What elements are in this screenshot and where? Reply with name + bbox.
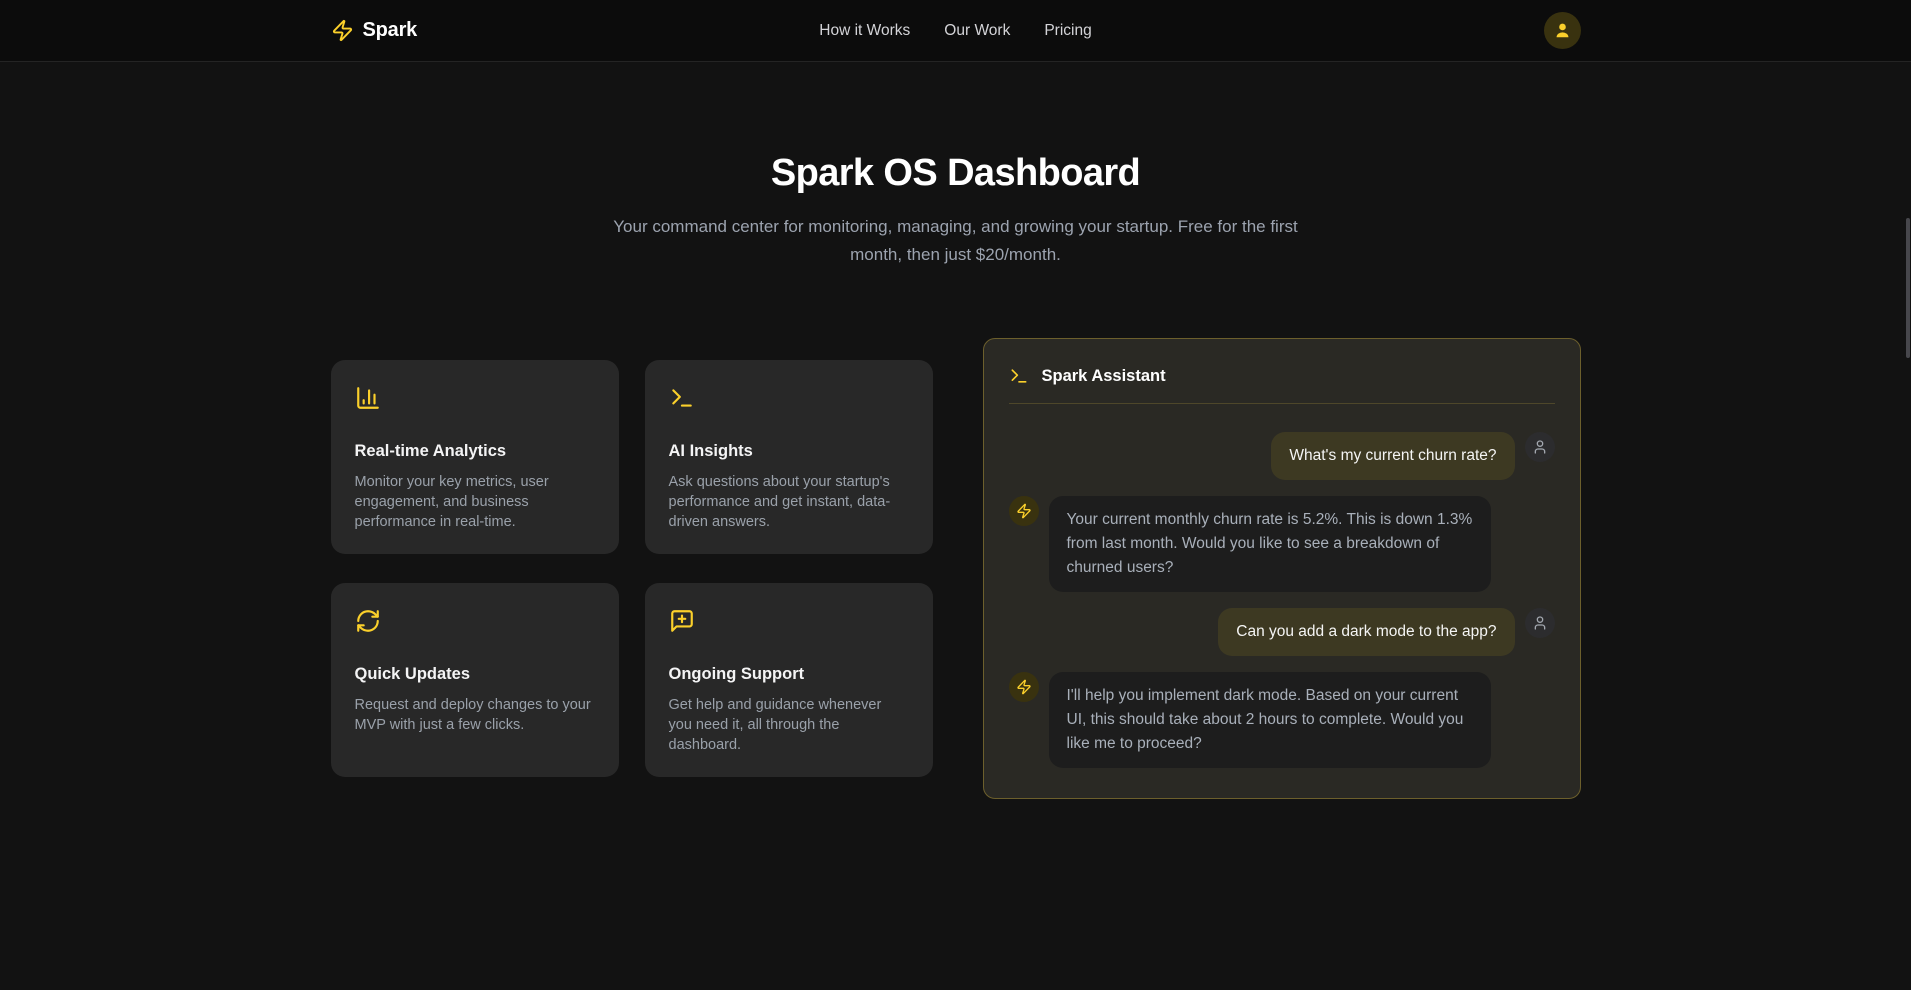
- feature-title: Ongoing Support: [669, 665, 909, 684]
- bar-chart-icon: [355, 385, 381, 411]
- assistant-title: Spark Assistant: [1042, 367, 1166, 386]
- feature-description: Monitor your key metrics, user engagemen…: [355, 472, 595, 532]
- nav-link-how-it-works[interactable]: How it Works: [819, 22, 910, 40]
- account-avatar-button[interactable]: [1544, 12, 1581, 49]
- hero-section: Spark OS Dashboard Your command center f…: [0, 62, 1911, 269]
- chat-message-assistant: Your current monthly churn rate is 5.2%.…: [1009, 496, 1555, 592]
- top-nav: Spark How it Works Our Work Pricing: [0, 0, 1911, 62]
- chat-message-user: Can you add a dark mode to the app?: [1009, 608, 1555, 656]
- brand-logo[interactable]: Spark: [331, 19, 820, 42]
- page-scrollbar-thumb[interactable]: [1906, 218, 1910, 358]
- zap-icon: [1016, 503, 1032, 519]
- assistant-avatar: [1009, 496, 1039, 526]
- user-avatar: [1525, 608, 1555, 638]
- assistant-header: Spark Assistant: [984, 339, 1580, 386]
- feature-description: Get help and guidance whenever you need …: [669, 695, 909, 755]
- page-subtitle: Your command center for monitoring, mana…: [611, 213, 1301, 269]
- nav-link-pricing[interactable]: Pricing: [1044, 22, 1091, 40]
- chat-message-assistant: I'll help you implement dark mode. Based…: [1009, 672, 1555, 768]
- user-avatar: [1525, 432, 1555, 462]
- brand-name: Spark: [363, 19, 418, 42]
- zap-icon: [1016, 679, 1032, 695]
- nav-links: How it Works Our Work Pricing: [819, 22, 1091, 40]
- terminal-icon: [1009, 366, 1029, 386]
- feature-title: Quick Updates: [355, 665, 595, 684]
- zap-icon: [331, 19, 354, 42]
- assistant-messages: What's my current churn rate? Your curre…: [984, 404, 1580, 768]
- user-message-bubble: What's my current churn rate?: [1271, 432, 1514, 480]
- user-icon: [1532, 439, 1548, 455]
- assistant-message-bubble: I'll help you implement dark mode. Based…: [1049, 672, 1491, 768]
- feature-card-ai-insights: AI Insights Ask questions about your sta…: [645, 360, 933, 554]
- page-title: Spark OS Dashboard: [0, 152, 1911, 195]
- spark-assistant-panel: Spark Assistant What's my current churn …: [983, 338, 1581, 799]
- feature-title: Real-time Analytics: [355, 442, 595, 461]
- user-icon: [1532, 615, 1548, 631]
- feature-title: AI Insights: [669, 442, 909, 461]
- assistant-avatar: [1009, 672, 1039, 702]
- features-grid: Real-time Analytics Monitor your key met…: [331, 360, 933, 777]
- content-row: Real-time Analytics Monitor your key met…: [331, 338, 1581, 799]
- refresh-icon: [355, 608, 381, 634]
- feature-card-quick-updates: Quick Updates Request and deploy changes…: [331, 583, 619, 777]
- feature-description: Ask questions about your startup's perfo…: [669, 472, 909, 532]
- user-icon: [1553, 21, 1572, 40]
- message-square-plus-icon: [669, 608, 695, 634]
- user-message-bubble: Can you add a dark mode to the app?: [1218, 608, 1514, 656]
- assistant-message-bubble: Your current monthly churn rate is 5.2%.…: [1049, 496, 1491, 592]
- feature-card-analytics: Real-time Analytics Monitor your key met…: [331, 360, 619, 554]
- chat-message-user: What's my current churn rate?: [1009, 432, 1555, 480]
- nav-link-our-work[interactable]: Our Work: [944, 22, 1010, 40]
- terminal-icon: [669, 385, 695, 411]
- feature-description: Request and deploy changes to your MVP w…: [355, 695, 595, 735]
- feature-card-ongoing-support: Ongoing Support Get help and guidance wh…: [645, 583, 933, 777]
